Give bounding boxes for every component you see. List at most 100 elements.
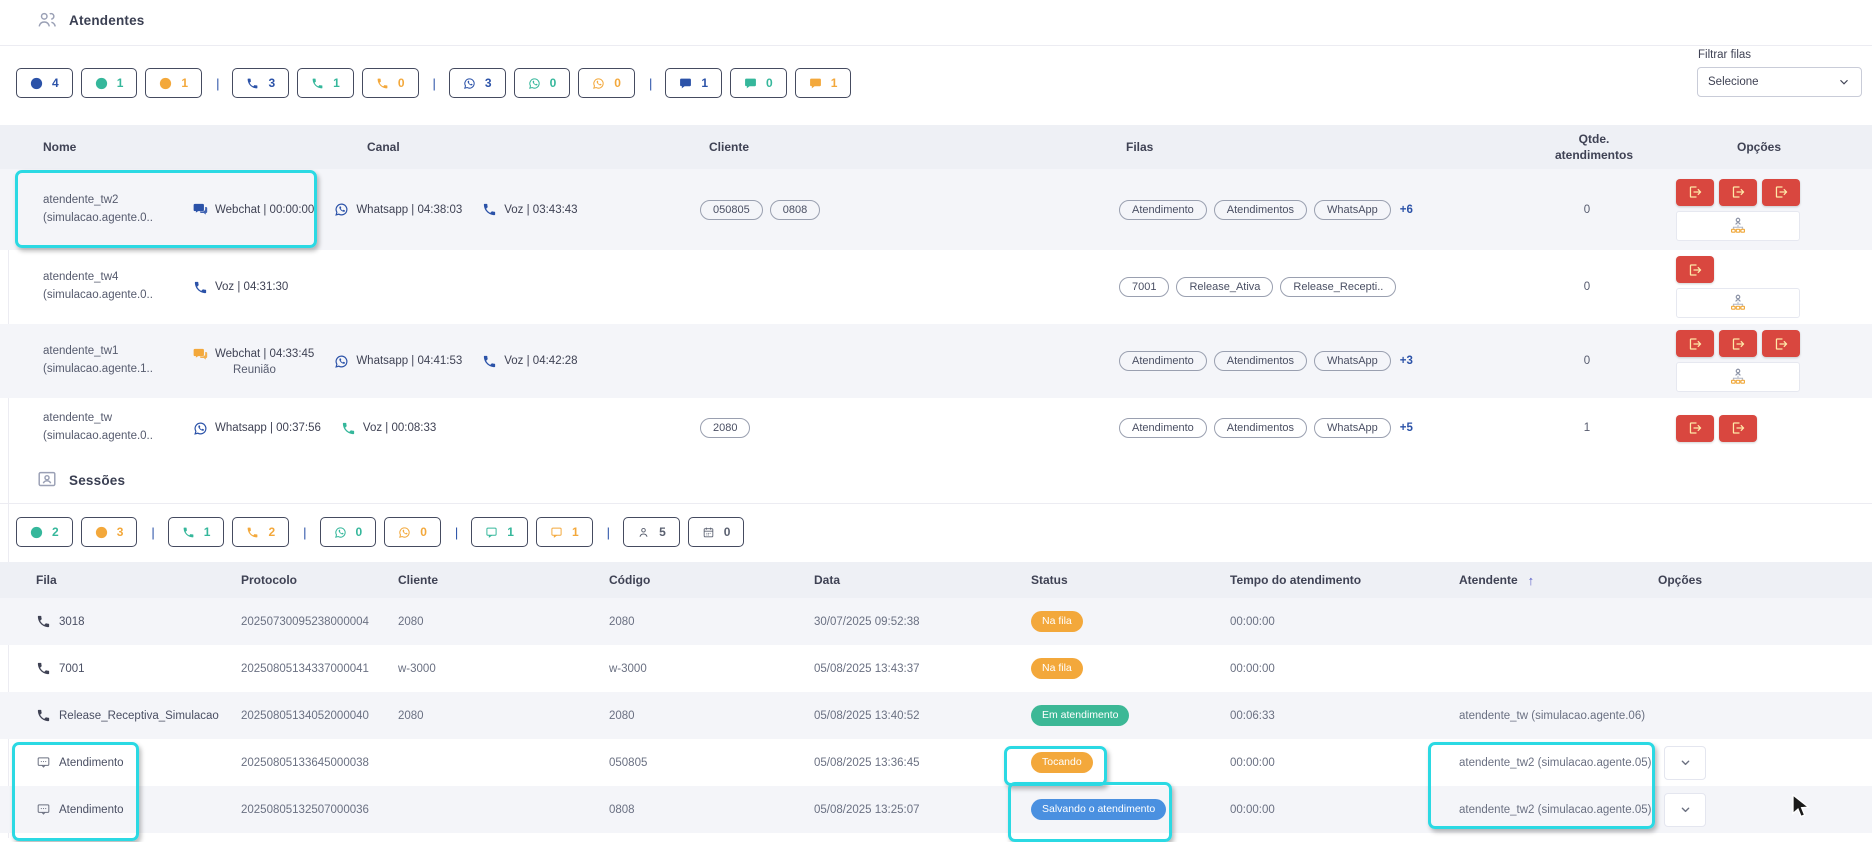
counter-chat-orange[interactable]: 1 bbox=[794, 68, 852, 98]
org-chart-icon bbox=[1728, 216, 1748, 236]
counter-chat-green[interactable]: 0 bbox=[730, 68, 787, 98]
chat-icon bbox=[744, 77, 757, 90]
sort-ascending-icon: ↑ bbox=[1527, 572, 1535, 588]
counter-phone-orange[interactable]: 0 bbox=[361, 68, 419, 98]
whatsapp-icon bbox=[193, 421, 208, 436]
logout-icon bbox=[1730, 420, 1746, 436]
logout-button[interactable] bbox=[1676, 414, 1714, 442]
counter-whatsapp-orange[interactable]: 0 bbox=[578, 68, 635, 98]
counter-chat-square-orange[interactable]: 1 bbox=[535, 517, 593, 547]
logout-button[interactable] bbox=[1719, 178, 1757, 206]
filas-more-link[interactable]: +3 bbox=[1400, 355, 1413, 367]
chat-square-icon bbox=[485, 526, 498, 539]
counter-phone-green[interactable]: 1 bbox=[167, 517, 225, 547]
codigo-value: 2080 bbox=[609, 615, 635, 628]
phone-icon bbox=[246, 77, 259, 90]
counter-value: 4 bbox=[52, 76, 59, 90]
cliente-pill: 050805 bbox=[700, 199, 763, 220]
counter-phone-orange[interactable]: 2 bbox=[232, 517, 290, 547]
logout-button[interactable] bbox=[1719, 414, 1757, 442]
row-menu-button[interactable] bbox=[1664, 792, 1706, 827]
fila-pill: Atendimento bbox=[1119, 199, 1207, 220]
counter-calendar-grey[interactable]: 0 bbox=[687, 517, 745, 547]
org-chart-button[interactable] bbox=[1676, 362, 1800, 392]
fila-pill: Atendimentos bbox=[1213, 418, 1308, 438]
phone-icon bbox=[36, 661, 51, 676]
tempo-value: 00:00:00 bbox=[1230, 662, 1275, 675]
logout-icon bbox=[1773, 184, 1789, 200]
counter-whatsapp-orange[interactable]: 0 bbox=[384, 517, 441, 547]
whatsapp-icon bbox=[463, 77, 476, 90]
data-value: 05/08/2025 13:36:45 bbox=[814, 756, 920, 769]
col-opcoes: Opções bbox=[1737, 140, 1782, 154]
data-value: 30/07/2025 09:52:38 bbox=[814, 615, 920, 628]
filas-more-link[interactable]: +6 bbox=[1400, 204, 1413, 216]
counter-circle-green[interactable]: 1 bbox=[80, 68, 138, 98]
row-menu-button[interactable] bbox=[1664, 745, 1706, 780]
webchat-square-icon bbox=[36, 755, 51, 770]
counter-person-grey[interactable]: 5 bbox=[623, 517, 680, 547]
people-icon bbox=[36, 9, 58, 31]
col-tempo-atendimento: Tempo do atendimento bbox=[1230, 573, 1362, 587]
phone-icon bbox=[193, 280, 208, 295]
codigo-cell: 2080 bbox=[597, 616, 802, 628]
codigo-value: 2080 bbox=[609, 709, 635, 722]
opcoes-cell bbox=[1642, 178, 1872, 241]
counter-circle-blue[interactable]: 4 bbox=[16, 68, 73, 98]
circle-icon bbox=[159, 77, 172, 90]
logout-button[interactable] bbox=[1676, 330, 1714, 357]
col-cliente: Cliente bbox=[398, 573, 439, 587]
logout-button[interactable] bbox=[1676, 256, 1714, 283]
atendente-value: atendente_tw (simulacao.agente.06) bbox=[1459, 709, 1646, 722]
logout-button[interactable] bbox=[1762, 178, 1800, 206]
atendente-username: atendente_tw1 bbox=[43, 345, 119, 358]
chat-square-icon bbox=[550, 526, 563, 539]
fila-cell: Release_Receptiva_Simulacao bbox=[24, 708, 229, 723]
filas-more-link[interactable]: +5 bbox=[1400, 422, 1413, 434]
counter-whatsapp-blue[interactable]: 3 bbox=[448, 68, 506, 98]
counter-value: 2 bbox=[268, 525, 276, 539]
counter-phone-green[interactable]: 1 bbox=[297, 68, 354, 98]
counter-circle-orange[interactable]: 3 bbox=[80, 517, 138, 547]
logout-buttons-row bbox=[1676, 330, 1800, 357]
counter-whatsapp-green[interactable]: 0 bbox=[319, 517, 377, 547]
logout-button[interactable] bbox=[1719, 330, 1757, 357]
codigo-value: 050805 bbox=[609, 756, 648, 769]
qtde-atendimentos-value: 0 bbox=[1583, 281, 1591, 293]
channel-webchat: Webchat | 04:33:45 bbox=[193, 347, 314, 362]
cliente-cell: w-3000 bbox=[386, 663, 597, 675]
counter-circle-green[interactable]: 2 bbox=[16, 517, 73, 547]
counter-chat-square-green[interactable]: 1 bbox=[471, 517, 528, 547]
atendente-login: (simulacao.agente.0.. bbox=[43, 289, 153, 301]
counter-phone-blue[interactable]: 3 bbox=[232, 68, 290, 98]
col-qtde-atendimentos: Qtde. atendimentos bbox=[1554, 131, 1633, 162]
filas-cell: 7001 Release_Ativa Release_Recepti.. bbox=[1119, 277, 1532, 297]
org-chart-button[interactable] bbox=[1676, 288, 1800, 318]
fila-pill: WhatsApp bbox=[1314, 351, 1391, 371]
logout-button[interactable] bbox=[1762, 330, 1800, 357]
atendente-username: atendente_tw bbox=[43, 412, 113, 425]
counter-chat-blue[interactable]: 1 bbox=[665, 68, 723, 98]
counter-circle-orange[interactable]: 1 bbox=[145, 68, 203, 98]
col-atendente-sortable[interactable]: Atendente ↑ bbox=[1447, 573, 1646, 588]
queue-filter-select[interactable]: Selecione bbox=[1697, 67, 1862, 97]
protocolo-cell: 20250730095238000004 bbox=[229, 616, 386, 628]
org-chart-button[interactable] bbox=[1676, 210, 1800, 241]
logout-button[interactable] bbox=[1676, 178, 1714, 206]
opcoes-cell bbox=[1646, 745, 1872, 780]
col-canal: Canal bbox=[367, 140, 400, 154]
channel-item: Voz | 04:42:28 bbox=[482, 354, 578, 369]
channel-item: Voz | 00:08:33 bbox=[341, 421, 436, 436]
channel-whatsapp: Whatsapp | 04:38:03 bbox=[334, 202, 462, 217]
whatsapp-icon bbox=[398, 526, 411, 539]
codigo-cell: w-3000 bbox=[597, 663, 802, 675]
phone-icon bbox=[311, 77, 324, 90]
counter-whatsapp-green[interactable]: 0 bbox=[513, 68, 571, 98]
atendente-cell: atendente_tw2 (simulacao.agente.05) bbox=[1447, 804, 1651, 816]
circle-icon bbox=[95, 526, 108, 539]
atendente-name: atendente_tw2 (simulacao.agente.0.. bbox=[43, 192, 193, 228]
fila-name: 3018 bbox=[59, 615, 85, 628]
counter-group-divider: | bbox=[432, 75, 436, 91]
cliente-value: w-3000 bbox=[398, 662, 436, 675]
section-divider bbox=[0, 45, 1872, 46]
